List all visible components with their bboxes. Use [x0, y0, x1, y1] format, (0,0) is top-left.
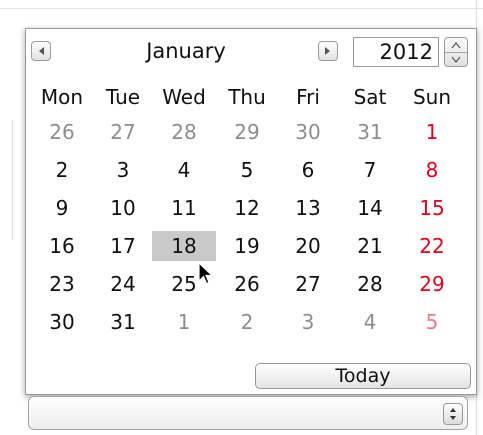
combo-stepper[interactable]	[443, 403, 463, 425]
today-button[interactable]: Today	[255, 363, 471, 389]
day-cell[interactable]: 3	[276, 307, 340, 337]
day-cell[interactable]: 30	[30, 307, 94, 337]
month-label: January	[146, 39, 226, 63]
year-stepper[interactable]	[444, 37, 468, 67]
down-arrow-icon[interactable]	[451, 56, 461, 63]
day-cell[interactable]: 27	[91, 117, 155, 147]
day-cell[interactable]: 31	[91, 307, 155, 337]
window-edge-left	[12, 120, 13, 240]
day-cell[interactable]: 19	[215, 231, 279, 261]
date-combo-box[interactable]	[28, 396, 468, 430]
weekday-header-row: Mon Tue Wed Thu Fri Sat Sun	[26, 85, 476, 115]
day-cell[interactable]: 14	[338, 193, 402, 223]
day-cell[interactable]: 27	[276, 269, 340, 299]
previous-month-button[interactable]	[31, 41, 51, 61]
weekday-label: Mon	[40, 85, 84, 109]
day-cell[interactable]: 31	[338, 117, 402, 147]
day-cell[interactable]: 26	[215, 269, 279, 299]
date-picker-popup: January 2012 Mon Tue Wed Thu Fri Sat Sun 26 27 2…	[25, 28, 477, 395]
day-cell[interactable]: 23	[30, 269, 94, 299]
day-cell[interactable]: 5	[400, 307, 464, 337]
day-cell[interactable]: 1	[400, 117, 464, 147]
day-cell[interactable]: 13	[276, 193, 340, 223]
day-cell[interactable]: 7	[338, 155, 402, 185]
day-cell[interactable]: 6	[276, 155, 340, 185]
day-cell[interactable]: 16	[30, 231, 94, 261]
day-cell[interactable]: 10	[91, 193, 155, 223]
day-cell[interactable]: 26	[30, 117, 94, 147]
day-cell[interactable]: 28	[338, 269, 402, 299]
left-arrow-icon	[39, 47, 44, 55]
weekday-label: Fri	[296, 85, 320, 109]
day-cell[interactable]: 28	[152, 117, 216, 147]
next-month-button[interactable]	[318, 41, 338, 61]
day-cell[interactable]: 4	[338, 307, 402, 337]
day-cell[interactable]: 22	[400, 231, 464, 261]
day-cell[interactable]: 29	[400, 269, 464, 299]
stepper-divider	[445, 52, 467, 53]
day-cell[interactable]: 4	[152, 155, 216, 185]
day-cell[interactable]: 3	[91, 155, 155, 185]
day-cell[interactable]: 9	[30, 193, 94, 223]
weekday-label: Sat	[353, 85, 387, 109]
day-cell[interactable]: 2	[30, 155, 94, 185]
day-cell[interactable]: 21	[338, 231, 402, 261]
day-cell[interactable]: 8	[400, 155, 464, 185]
day-cell[interactable]: 29	[215, 117, 279, 147]
weekday-label: Thu	[228, 85, 266, 109]
day-cell[interactable]: 1	[152, 307, 216, 337]
up-arrow-icon[interactable]	[451, 42, 461, 49]
day-cell[interactable]: 20	[276, 231, 340, 261]
weekday-label: Sun	[412, 85, 452, 109]
day-cell[interactable]: 12	[215, 193, 279, 223]
day-cell[interactable]: 15	[400, 193, 464, 223]
window-edge-top	[0, 8, 483, 9]
day-cell[interactable]: 5	[215, 155, 279, 185]
up-down-stepper-icon	[450, 408, 456, 420]
day-cell[interactable]: 24	[91, 269, 155, 299]
weekday-label: Tue	[105, 85, 141, 109]
day-cell[interactable]: 17	[91, 231, 155, 261]
day-cell[interactable]: 30	[276, 117, 340, 147]
day-cell[interactable]: 2	[215, 307, 279, 337]
right-arrow-icon	[325, 47, 330, 55]
year-field[interactable]: 2012	[353, 37, 439, 67]
day-cell-selected[interactable]: 18	[152, 231, 216, 261]
day-cell[interactable]: 11	[152, 193, 216, 223]
mouse-pointer-icon	[198, 262, 214, 285]
weekday-label: Wed	[162, 85, 206, 109]
